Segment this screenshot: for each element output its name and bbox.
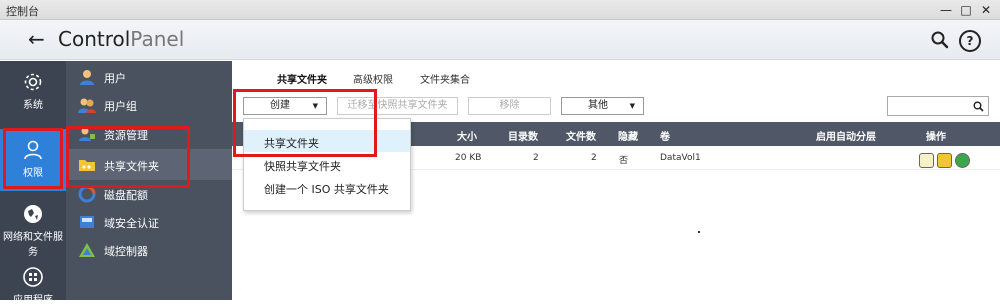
create-dropdown-button[interactable]: 创建 ▼ (243, 97, 327, 115)
tab-bar: 共享文件夹 高级权限 文件夹集合 (232, 61, 1000, 91)
cell-dirs: 2 (533, 153, 539, 163)
subnav-item-shared-folders[interactable]: 共享文件夹 (66, 149, 232, 180)
col-size[interactable]: 大小 (457, 128, 477, 143)
minimize-button[interactable]: — (938, 2, 954, 18)
rail-item-label: 网络和文件服务 (3, 232, 63, 258)
col-ops: 操作 (926, 132, 946, 143)
col-dirs[interactable]: 目录数 (508, 128, 538, 143)
menu-item-label: 共享文件夹 (264, 137, 319, 150)
help-icon[interactable]: ? (959, 30, 981, 52)
edit-icon[interactable] (919, 153, 934, 168)
apps-icon (23, 267, 43, 287)
subnav-item-label: 用户 (104, 72, 126, 85)
cell-size: 20 KB (455, 153, 482, 163)
cell-hidden: 否 (619, 156, 629, 166)
filter-input[interactable] (887, 96, 989, 116)
menu-item-iso-shared-folder[interactable]: 创建一个 ISO 共享文件夹 (244, 176, 410, 198)
other-dropdown-button[interactable]: 其他 ▼ (561, 97, 644, 115)
arrow-left-icon[interactable]: ← (28, 28, 45, 50)
globe-icon (24, 205, 42, 223)
quota-icon (78, 185, 96, 203)
cell-files: 2 (591, 153, 597, 163)
user-group-icon (78, 98, 96, 113)
migrate-snapshot-button[interactable]: 迁移至快照共享文件夹 (337, 97, 458, 115)
subnav-item-label: 资源管理 (104, 129, 148, 142)
refresh-icon[interactable] (955, 153, 970, 168)
create-button-label: 创建 (270, 100, 290, 111)
subnav-item-label: 域安全认证 (104, 217, 159, 230)
resource-icon (79, 127, 95, 141)
menu-item-snapshot-shared-folder[interactable]: 快照共享文件夹 (244, 153, 410, 175)
maximize-button[interactable]: □ (958, 2, 974, 18)
domain-controller-icon (79, 243, 95, 257)
col-volume[interactable]: 卷 (660, 128, 670, 143)
subnav-item-label: 共享文件夹 (104, 160, 159, 173)
menu-item-label: 创建一个 ISO 共享文件夹 (264, 183, 389, 196)
subnav-item-groups[interactable]: 用户组 (66, 91, 232, 119)
app-header: ← ControlPanel ? (0, 20, 1000, 60)
rail-item-network[interactable]: 网络和文件服务 (0, 203, 66, 258)
user-icon (24, 140, 42, 160)
permission-icon[interactable] (937, 153, 952, 168)
main-nav-rail: 系统 权限 网络和文件服务 应用程序 (0, 61, 66, 306)
search-icon (973, 101, 984, 112)
tab-folder-aggregation[interactable]: 文件夹集合 (420, 71, 470, 86)
subnav-item-label: 用户组 (104, 100, 137, 113)
subnav-item-domain-controller[interactable]: 域控制器 (66, 236, 232, 264)
domain-icon (80, 216, 94, 228)
app-title-bold: Control (58, 27, 131, 51)
tab-advanced-permissions[interactable]: 高级权限 (353, 71, 393, 86)
subnav-item-quota[interactable]: 磁盘配额 (66, 180, 232, 208)
create-dropdown-menu: 共享文件夹 快照共享文件夹 创建一个 ISO 共享文件夹 (243, 118, 411, 211)
rail-item-apps[interactable]: 应用程序 (0, 266, 66, 306)
rail-item-label: 系统 (23, 100, 43, 111)
subnav-item-users[interactable]: 用户 (66, 63, 232, 91)
remove-button[interactable]: 移除 (468, 97, 551, 115)
other-button-label: 其他 (588, 100, 608, 111)
col-hidden[interactable]: 隐藏 (618, 128, 638, 143)
menu-item-label: 快照共享文件夹 (264, 160, 341, 173)
search-icon[interactable] (930, 30, 950, 50)
app-title-light: Panel (130, 27, 185, 51)
window-title: 控制台 (6, 5, 39, 18)
menu-item-shared-folder[interactable]: 共享文件夹 (244, 130, 410, 152)
subnav-item-label: 磁盘配额 (104, 189, 148, 202)
permissions-subnav: 用户 用户组 资源管理 共享文件夹 磁盘配额 域安全认证 域控制器 (66, 61, 232, 300)
gear-icon (24, 73, 42, 91)
col-tiering[interactable]: 启用自动分层 (816, 128, 876, 143)
tab-shared-folders[interactable]: 共享文件夹 (277, 71, 327, 86)
subnav-item-domain-security[interactable]: 域安全认证 (66, 208, 232, 236)
close-button[interactable]: ✕ (978, 2, 994, 18)
col-files[interactable]: 文件数 (566, 128, 596, 143)
cell-volume: DataVol1 (660, 153, 701, 163)
stray-dot (698, 231, 700, 233)
subnav-item-label: 域控制器 (104, 245, 148, 258)
app-title: ControlPanel (58, 28, 184, 50)
user-icon (80, 70, 94, 85)
rail-item-system[interactable]: 系统 (0, 71, 66, 121)
caret-down-icon: ▼ (629, 102, 635, 110)
rail-item-label: 应用程序 (13, 295, 53, 306)
rail-item-permissions[interactable]: 权限 (0, 129, 66, 191)
rail-item-label: 权限 (23, 168, 43, 179)
caret-down-icon: ▼ (312, 102, 318, 110)
window-titlebar: 控制台 — □ ✕ (0, 0, 1000, 20)
folder-icon (79, 160, 95, 171)
subnav-item-resource[interactable]: 资源管理 (66, 120, 232, 148)
